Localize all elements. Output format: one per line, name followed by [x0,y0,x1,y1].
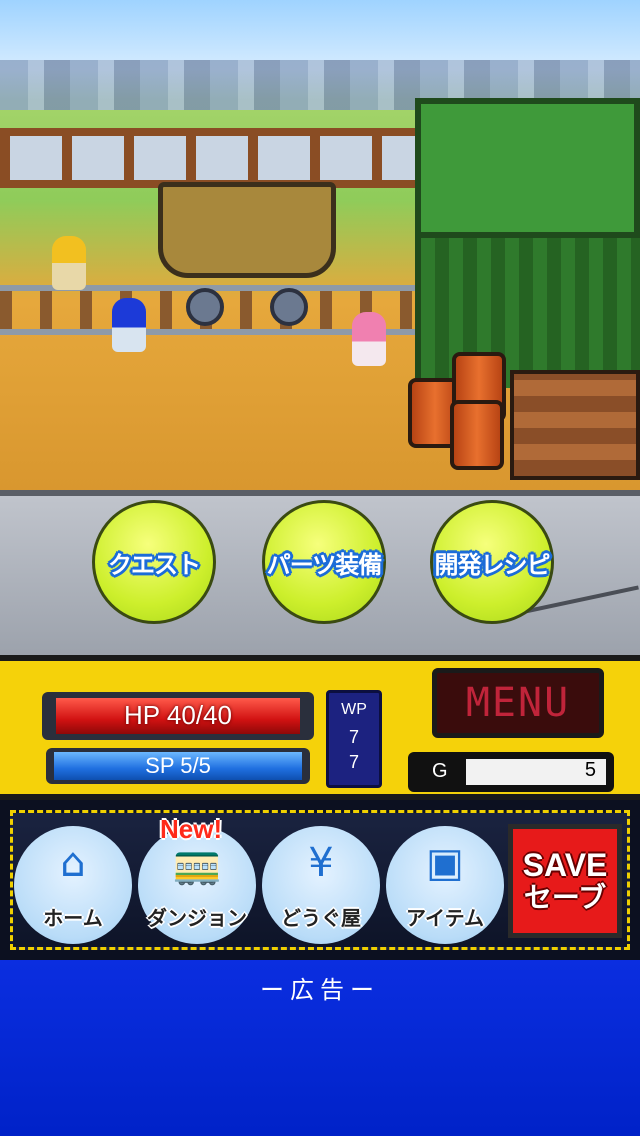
dev-recipe-button[interactable]: 開発レシピ [430,500,554,624]
gold-display: G 5 [408,752,614,792]
game-scene [0,0,640,500]
fence [0,128,420,188]
sp-text: SP 5/5 [145,753,211,778]
nav-items-label: アイテム [406,906,484,930]
wp-max: 7 [348,752,359,772]
parts-equip-label: パーツ装備 [266,550,383,579]
ad-area[interactable]: ー広告ー [0,960,640,1136]
gold-field: 5 [466,759,606,785]
quest-button[interactable]: クエスト [92,500,216,624]
quest-label: クエスト [108,550,201,579]
nav-dungeon-label: ダンジョン [147,906,247,930]
nav-items[interactable]: ▣ アイテム [386,826,504,944]
player-character [112,298,146,352]
nav-home[interactable]: ⌂ ホーム [14,826,132,944]
nav-tool-shop[interactable]: ¥ どうぐ屋 [262,826,380,944]
wooden-crate [510,370,640,480]
nav-tool-shop-label: どうぐ屋 [281,906,361,930]
nav-home-label: ホーム [43,906,103,930]
wp-current: 7 [348,727,359,747]
shed-roof [415,98,640,238]
save-label-jp: セーブ [523,881,607,915]
ad-label: ー広告ー [260,976,380,1004]
home-icon: ⌂ [60,840,86,886]
gold-value: 5 [584,759,596,781]
gold-label: G [432,760,448,782]
menu-button[interactable]: MENU [432,668,604,738]
cart-wheel [186,288,224,326]
save-button[interactable]: SAVE セーブ [508,824,622,938]
wp-box: WP 7 7 [326,690,382,788]
dev-recipe-label: 開発レシピ [434,550,551,579]
bag-icon: ▣ [426,840,464,886]
hp-bar: HP 40/40 [42,692,314,740]
train-icon: 🚃 [172,841,222,887]
new-badge: New! [160,814,223,844]
parts-equip-button[interactable]: パーツ装備 [262,500,386,624]
wp-label: WP [341,701,367,718]
npc-pink-character[interactable] [352,312,386,366]
yen-icon: ¥ [308,840,334,886]
cart-wheel [270,288,308,326]
sp-bar: SP 5/5 [46,748,310,784]
mine-cart [158,182,336,278]
green-shed [415,238,640,388]
menu-label: MENU [465,680,571,726]
save-label-en: SAVE [522,847,608,883]
oil-barrel [450,400,504,470]
hp-text: HP 40/40 [124,700,232,730]
npc-blonde-character[interactable] [52,236,86,290]
